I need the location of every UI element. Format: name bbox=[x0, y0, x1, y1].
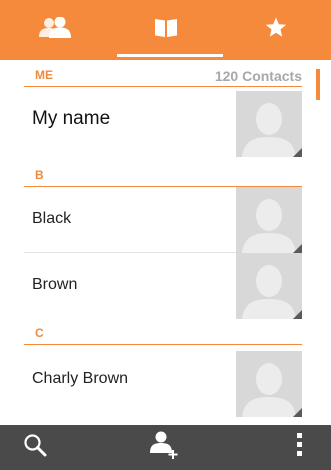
section-letter: B bbox=[35, 168, 44, 182]
list-item-brown[interactable]: Brown bbox=[24, 253, 302, 319]
book-icon bbox=[154, 18, 178, 43]
contact-name: My name bbox=[32, 108, 111, 129]
contacts-count: 120 Contacts bbox=[214, 68, 302, 84]
search-icon bbox=[23, 433, 47, 462]
contact-name: Black bbox=[32, 210, 72, 227]
scrollbar-thumb[interactable] bbox=[316, 69, 320, 100]
search-button[interactable] bbox=[10, 425, 60, 470]
section-letter: C bbox=[35, 326, 44, 340]
tab-contacts-list[interactable] bbox=[110, 0, 221, 60]
section-letter: ME bbox=[35, 68, 53, 82]
person-placeholder-icon bbox=[242, 363, 302, 417]
person-placeholder-icon bbox=[242, 265, 302, 319]
avatar[interactable] bbox=[236, 187, 302, 253]
person-placeholder-icon bbox=[242, 199, 302, 253]
section-header-c: C bbox=[24, 318, 302, 345]
section-header-me: ME 120 Contacts bbox=[24, 60, 302, 87]
list-item-me[interactable]: My name bbox=[24, 87, 302, 157]
contact-list[interactable]: ME 120 Contacts My name B Black Brown C … bbox=[0, 60, 331, 425]
overflow-menu-button[interactable] bbox=[280, 425, 320, 470]
tab-contacts-groups[interactable] bbox=[0, 0, 110, 60]
overflow-menu-icon bbox=[297, 433, 303, 462]
person-placeholder-icon bbox=[242, 103, 302, 157]
add-contact-icon bbox=[150, 431, 180, 464]
list-item-charly-brown[interactable]: Charly Brown bbox=[24, 347, 302, 417]
selected-tab-indicator bbox=[117, 54, 223, 57]
star-icon bbox=[265, 17, 287, 43]
bottom-action-bar bbox=[0, 425, 331, 470]
contact-name: Brown bbox=[32, 276, 78, 293]
top-tab-bar bbox=[0, 0, 331, 60]
contact-name: Charly Brown bbox=[32, 370, 129, 387]
avatar[interactable] bbox=[236, 253, 302, 319]
avatar[interactable] bbox=[236, 351, 302, 417]
tab-favorites[interactable] bbox=[221, 0, 331, 60]
add-contact-button[interactable] bbox=[140, 425, 190, 470]
list-item-black[interactable]: Black bbox=[24, 187, 302, 253]
people-icon bbox=[38, 16, 72, 44]
avatar[interactable] bbox=[236, 91, 302, 157]
section-header-b: B bbox=[24, 160, 302, 187]
